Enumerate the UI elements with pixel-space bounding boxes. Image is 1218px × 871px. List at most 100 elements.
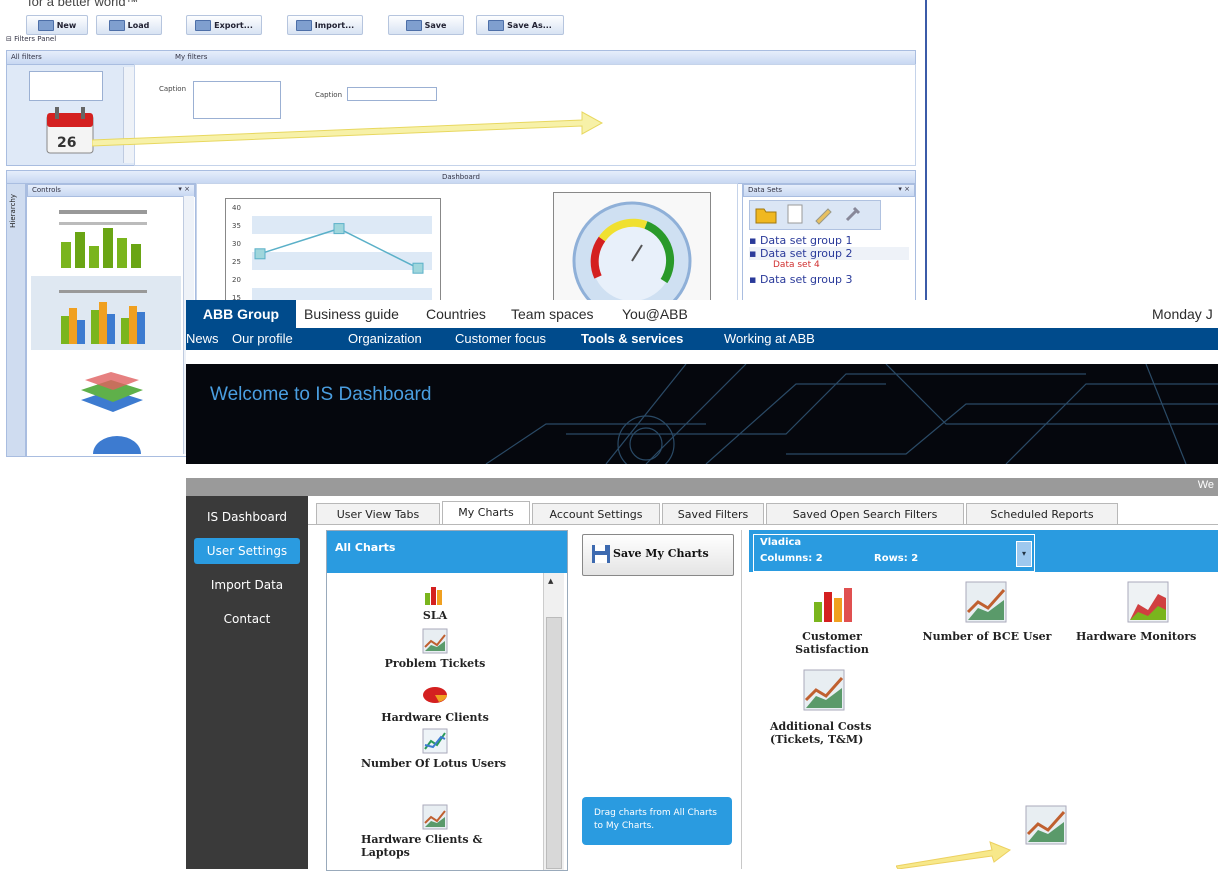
line-point xyxy=(254,248,266,260)
hardware-monitors-label: Hardware Monitors xyxy=(1076,630,1197,643)
dragged-chart-icon[interactable] xyxy=(1022,802,1072,848)
hardware-monitors-chart-icon[interactable] xyxy=(1124,578,1172,626)
customer-satisfaction-chart-icon[interactable] xyxy=(808,578,856,626)
tab-scheduled-reports[interactable]: Scheduled Reports xyxy=(966,503,1118,525)
save-my-charts-button[interactable]: Save My Charts xyxy=(582,534,734,576)
sub-nav-news[interactable]: News xyxy=(186,328,219,350)
sub-nav-organization[interactable]: Organization xyxy=(348,328,422,350)
caption-label-1: Caption xyxy=(159,85,187,93)
tab-user-view-tabs[interactable]: User View Tabs xyxy=(316,503,440,525)
nav-import-data[interactable]: Import Data xyxy=(186,572,308,598)
data-set-group-3[interactable]: ▪ Data set group 3 xyxy=(749,273,852,286)
top-nav-you-abb[interactable]: You@ABB xyxy=(622,300,688,328)
all-filters-label: All filters xyxy=(11,53,42,61)
circuit-pattern xyxy=(485,364,1218,464)
nav-user-settings[interactable]: User Settings xyxy=(194,538,300,564)
chevron-down-icon[interactable]: ▾ xyxy=(1016,541,1032,567)
welcome-text: We xyxy=(1197,479,1214,491)
dashboard-header: Dashboard xyxy=(6,170,916,184)
load-button[interactable]: Load xyxy=(96,15,162,35)
data-set-group-2[interactable]: ▪ Data set group 2 xyxy=(749,247,909,260)
save-as-icon xyxy=(488,19,505,31)
scrollbar-thumb[interactable] xyxy=(546,617,562,869)
tab-saved-filters[interactable]: Saved Filters xyxy=(662,503,764,525)
save-as-button[interactable]: Save As... xyxy=(476,15,564,35)
top-nav-abb-group[interactable]: ABB Group xyxy=(186,300,296,328)
tab-divider xyxy=(308,524,1218,525)
drag-arrow-icon xyxy=(92,111,604,147)
data-sets-toolbar xyxy=(749,200,881,230)
floppy-save-icon xyxy=(592,545,610,563)
scroll-up-icon[interactable]: ▲ xyxy=(548,577,553,585)
save-button[interactable]: Save xyxy=(388,15,464,35)
data-set-group-1[interactable]: ▪ Data set group 1 xyxy=(749,234,852,247)
caption-label-2: Caption xyxy=(315,91,343,99)
additional-costs-chart-icon[interactable] xyxy=(800,666,848,714)
folder-icon[interactable] xyxy=(754,203,778,225)
top-nav-countries[interactable]: Countries xyxy=(426,300,486,328)
lotus-users-label: Number Of Lotus Users xyxy=(361,757,507,770)
bce-users-label: Number of BCE User xyxy=(922,630,1052,643)
top-nav-business-guide[interactable]: Business guide xyxy=(304,300,399,328)
left-nav: IS Dashboard User Settings Import Data C… xyxy=(186,496,308,869)
globe-control-icon[interactable] xyxy=(87,432,147,454)
import-button[interactable]: Import... xyxy=(287,15,363,35)
sla-chart-icon[interactable] xyxy=(421,579,449,607)
tab-saved-open-search-filters[interactable]: Saved Open Search Filters xyxy=(766,503,964,525)
abb-top-nav: ABB Group Business guide Countries Team … xyxy=(186,300,1218,329)
import-icon xyxy=(295,19,312,31)
all-charts-panel: All Charts ▲ SLA Problem Tickets Hardwar… xyxy=(326,530,568,871)
problem-tickets-chart-icon[interactable] xyxy=(421,627,449,655)
edit-icon[interactable] xyxy=(812,203,834,225)
filters-panel-toggle[interactable]: ⊟ Filters Panel xyxy=(6,35,56,43)
line-chart: 403530252015 xyxy=(232,204,432,303)
line-point xyxy=(333,223,345,235)
multi-bar-chart-control-icon[interactable] xyxy=(53,280,153,348)
sub-nav-our-profile[interactable]: Our profile xyxy=(232,328,293,350)
nav-contact[interactable]: Contact xyxy=(186,606,308,632)
sla-label: SLA xyxy=(422,609,448,622)
new-icon xyxy=(37,19,54,31)
customer-satisfaction-label: Customer Satisfaction xyxy=(795,630,869,656)
dashboard-canvas: 40 35 30 25 20 15 xyxy=(196,183,738,304)
export-icon xyxy=(195,19,212,31)
load-icon xyxy=(108,19,125,31)
tab-account-settings[interactable]: Account Settings xyxy=(532,503,660,525)
tagline: for a better world™ xyxy=(28,0,139,9)
tab-my-charts[interactable]: My Charts xyxy=(442,501,530,525)
calendar-day: 26 xyxy=(57,135,76,151)
grey-status-bar: We xyxy=(186,478,1218,496)
export-button[interactable]: Export... xyxy=(186,15,262,35)
y-tick-label: 40 xyxy=(232,204,241,212)
filters-header: All filters My filters xyxy=(6,50,916,65)
all-charts-scrollbar[interactable]: ▲ xyxy=(543,573,564,870)
new-document-icon[interactable] xyxy=(784,203,806,225)
drag-arrow-icon xyxy=(896,841,1012,869)
filter-listbox[interactable] xyxy=(29,71,103,101)
lotus-users-chart-icon[interactable] xyxy=(421,727,449,755)
sub-nav-working-at-abb[interactable]: Working at ABB xyxy=(724,328,815,350)
sub-nav-tools-services[interactable]: Tools & services xyxy=(581,328,683,350)
save-icon xyxy=(405,19,422,31)
bce-users-chart-icon[interactable] xyxy=(962,578,1010,626)
data-set-4[interactable]: Data set 4 xyxy=(773,260,820,270)
y-tick-label: 25 xyxy=(232,258,241,266)
data-sets-header: Data Sets ▾ × xyxy=(743,184,915,197)
line-chart-widget[interactable]: 40 35 30 25 20 15 xyxy=(225,198,441,304)
hardware-clients-laptops-chart-icon[interactable] xyxy=(421,803,449,831)
my-filters-label: My filters xyxy=(175,53,208,61)
gauge-widget[interactable] xyxy=(553,192,711,304)
map-layers-control-icon[interactable] xyxy=(71,370,151,420)
view-layout-select[interactable]: Vladica Columns: 2 Rows: 2 ▾ xyxy=(753,534,1035,572)
hierarchy-side-tab[interactable]: Hierarchy xyxy=(6,183,26,457)
caption-dropdown[interactable] xyxy=(347,87,437,101)
new-button[interactable]: New xyxy=(26,15,88,35)
abb-sub-nav: News Our profile Organization Customer f… xyxy=(186,328,1218,350)
nav-is-dashboard[interactable]: IS Dashboard xyxy=(186,504,308,530)
hardware-clients-chart-icon[interactable] xyxy=(421,681,449,709)
sub-nav-customer-focus[interactable]: Customer focus xyxy=(455,328,546,350)
hardware-clients-laptops-label: Hardware Clients & Laptops xyxy=(361,833,483,859)
tools-icon[interactable] xyxy=(842,203,864,225)
bar-chart-control-icon[interactable] xyxy=(53,202,153,272)
top-nav-team-spaces[interactable]: Team spaces xyxy=(511,300,593,328)
